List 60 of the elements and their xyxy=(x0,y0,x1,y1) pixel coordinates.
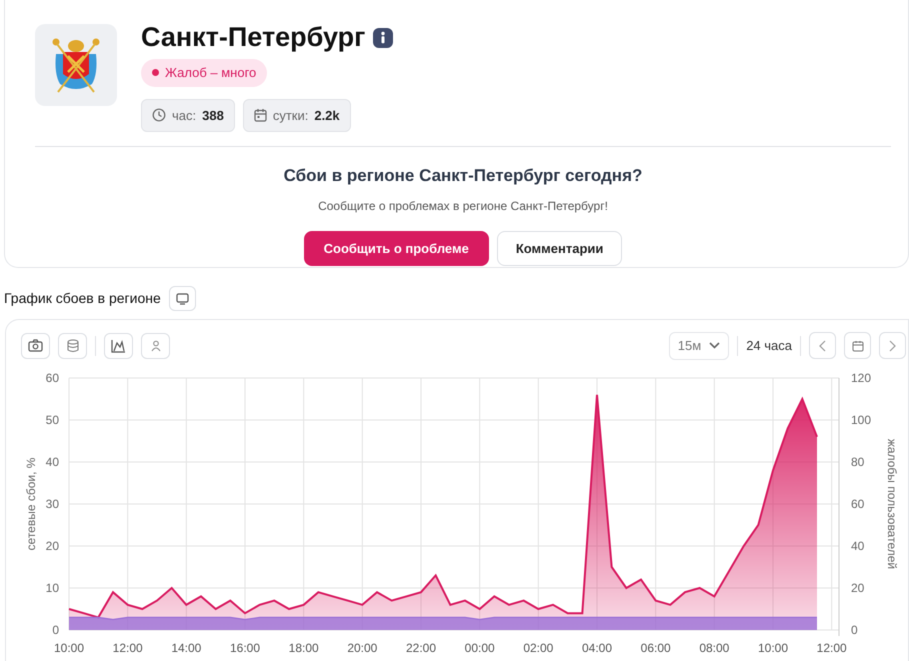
camera-button[interactable] xyxy=(21,332,50,359)
y-tick-label: 30 xyxy=(46,496,59,510)
region-title: Санкт-Петербург xyxy=(141,24,366,51)
x-tick-label: 12:00 xyxy=(112,640,143,654)
user-icon xyxy=(150,340,160,352)
x-tick-label: 14:00 xyxy=(171,640,202,654)
x-tick-label: 20:00 xyxy=(347,640,378,654)
calendar-icon xyxy=(852,340,864,352)
camera-icon xyxy=(28,339,43,352)
chevron-right-icon xyxy=(889,340,896,352)
chevron-left-icon xyxy=(819,340,826,352)
y-tick-label: 50 xyxy=(46,412,59,426)
database-icon xyxy=(66,338,78,353)
clock-icon xyxy=(152,108,166,122)
x-tick-label: 08:00 xyxy=(699,640,730,654)
area-chart-button[interactable] xyxy=(104,332,133,359)
x-tick-label: 12:00 xyxy=(816,640,847,654)
y-tick-label: 120 xyxy=(851,370,872,384)
status-badge: Жалоб – много xyxy=(141,59,268,86)
x-tick-label: 18:00 xyxy=(288,640,319,654)
area-chart-icon xyxy=(111,338,126,353)
x-tick-label: 04:00 xyxy=(582,640,612,654)
monitor-button[interactable] xyxy=(168,286,196,311)
range-label: 24 часа xyxy=(746,337,792,355)
interval-select[interactable]: 15м xyxy=(668,332,730,360)
y-tick-label: 40 xyxy=(851,538,864,552)
x-tick-label: 10:00 xyxy=(54,640,84,654)
coat-of-arms-icon xyxy=(35,24,117,106)
report-text: Сообщите о проблемах в регионе Санкт-Петербург! xyxy=(318,198,608,214)
monitor-icon xyxy=(176,292,189,304)
user-button[interactable] xyxy=(141,332,170,359)
y-tick-label: 60 xyxy=(46,370,59,384)
x-tick-label: 10:00 xyxy=(758,640,788,654)
report-heading: Сбои в регионе Санкт-Петербург сегодня? xyxy=(284,165,642,187)
stat-pill: час: 388 xyxy=(141,98,235,132)
x-tick-label: 02:00 xyxy=(523,640,554,654)
stat-pill: сутки: 2.2k xyxy=(242,98,351,132)
x-tick-label: 16:00 xyxy=(230,640,260,654)
calendar-icon xyxy=(254,108,267,122)
x-tick-label: 06:00 xyxy=(640,640,671,654)
y-tick-label: 0 xyxy=(52,622,59,636)
y-tick-label: 80 xyxy=(851,454,864,468)
y-tick-label: 20 xyxy=(851,580,864,594)
info-icon[interactable] xyxy=(373,28,394,48)
y-axis-title: жалобы пользователей xyxy=(885,438,899,569)
database-button[interactable] xyxy=(58,332,87,359)
y-tick-label: 60 xyxy=(851,496,864,510)
comments-button[interactable]: Комментарии xyxy=(496,230,622,266)
y-tick-label: 100 xyxy=(851,412,872,426)
y-tick-label: 20 xyxy=(46,538,59,552)
y-tick-label: 10 xyxy=(46,580,59,594)
y-tick-label: 0 xyxy=(851,622,858,636)
report-button[interactable]: Сообщить о проблеме xyxy=(304,230,489,266)
y-tick-label: 40 xyxy=(46,454,59,468)
calendar-button[interactable] xyxy=(844,332,871,360)
x-tick-label: 00:00 xyxy=(464,640,495,654)
chevron-down-icon xyxy=(709,342,720,350)
y-axis-title: сетевые сбои, % xyxy=(24,457,38,550)
section-title: График сбоев в регионе xyxy=(4,289,161,308)
x-tick-label: 22:00 xyxy=(406,640,436,654)
